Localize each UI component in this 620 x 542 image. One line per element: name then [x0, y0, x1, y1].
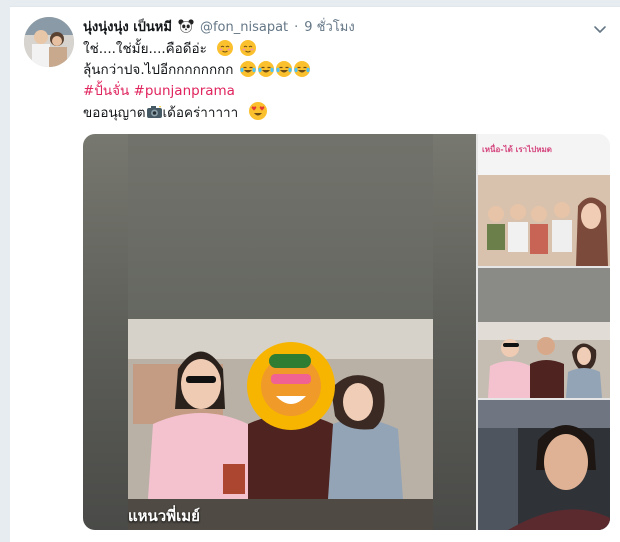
blush-emoji-icon	[217, 40, 234, 56]
text-line-1-body: ใช่....ใช่มั้ย....คือดีอ่ะ	[83, 41, 207, 57]
tweet-card[interactable]: นุ่งนุ่งนุ่ง เป็นหมี @fon_nisapat · 9 ชั…	[10, 6, 620, 542]
tears-of-joy-emoji-icon	[293, 61, 310, 77]
avatar[interactable]	[24, 17, 74, 67]
photo-grid[interactable]: แหนวพี่เมย์ เหนื่อ-ได้ เราไปหมด	[83, 134, 610, 530]
tears-of-joy-emoji-icon	[239, 61, 256, 77]
hashtag-line: #ปั้นจั่น #punjanprama	[83, 81, 503, 102]
blush-emoji-icon	[239, 40, 256, 56]
text-line-2-body: ลุ้นกว่าปจ.ไปอีกกกกกกกก	[83, 62, 234, 78]
tears-of-joy-emoji-icon	[257, 61, 274, 77]
text-line-4-body: เด้อคร่าาาาา	[162, 105, 239, 121]
photo-side-1[interactable]: เหนื่อ-ได้ เราไปหมด	[478, 134, 610, 266]
chevron-down-icon[interactable]	[592, 21, 608, 37]
photo-side-3[interactable]	[478, 400, 610, 530]
tweet-text: ใช่....ใช่มั้ย....คือดีอ่ะ ลุ้นกว่าปจ.ไป…	[83, 39, 503, 124]
text-line-2: ลุ้นกว่าปจ.ไปอีกกกกกกกก	[83, 60, 503, 81]
camera-flash-icon	[146, 105, 163, 119]
tweet-header: นุ่งนุ่งนุ่ง เป็นหมี @fon_nisapat · 9 ชั…	[83, 16, 355, 37]
text-line-1: ใช่....ใช่มั้ย....คือดีอ่ะ	[83, 39, 503, 60]
text-line-4: ขออนุญาต เด้อคร่าาาาา	[83, 102, 503, 124]
sticker-caption: เหนื่อ-ได้ เราไปหมด	[482, 145, 552, 154]
separator-dot: ·	[294, 20, 299, 35]
display-name[interactable]: นุ่งนุ่งนุ่ง เป็นหมี	[83, 16, 172, 37]
heart-eyes-emoji-icon	[248, 102, 267, 120]
panda-icon	[178, 19, 194, 33]
photo-side-2[interactable]	[478, 268, 610, 398]
text-line-3-body: ขออนุญาต	[83, 105, 146, 121]
user-handle[interactable]: @fon_nisapat	[200, 20, 288, 35]
hashtag-link[interactable]: #punjanprama	[134, 83, 235, 99]
tears-of-joy-emoji-icon	[275, 61, 292, 77]
hashtag-link[interactable]: #ปั้นจั่น	[83, 83, 129, 99]
media-caption: แหนวพี่เมย์	[128, 507, 200, 525]
timestamp[interactable]: 9 ชั่วโมง	[304, 16, 354, 37]
photo-main[interactable]: แหนวพี่เมย์	[83, 134, 476, 530]
